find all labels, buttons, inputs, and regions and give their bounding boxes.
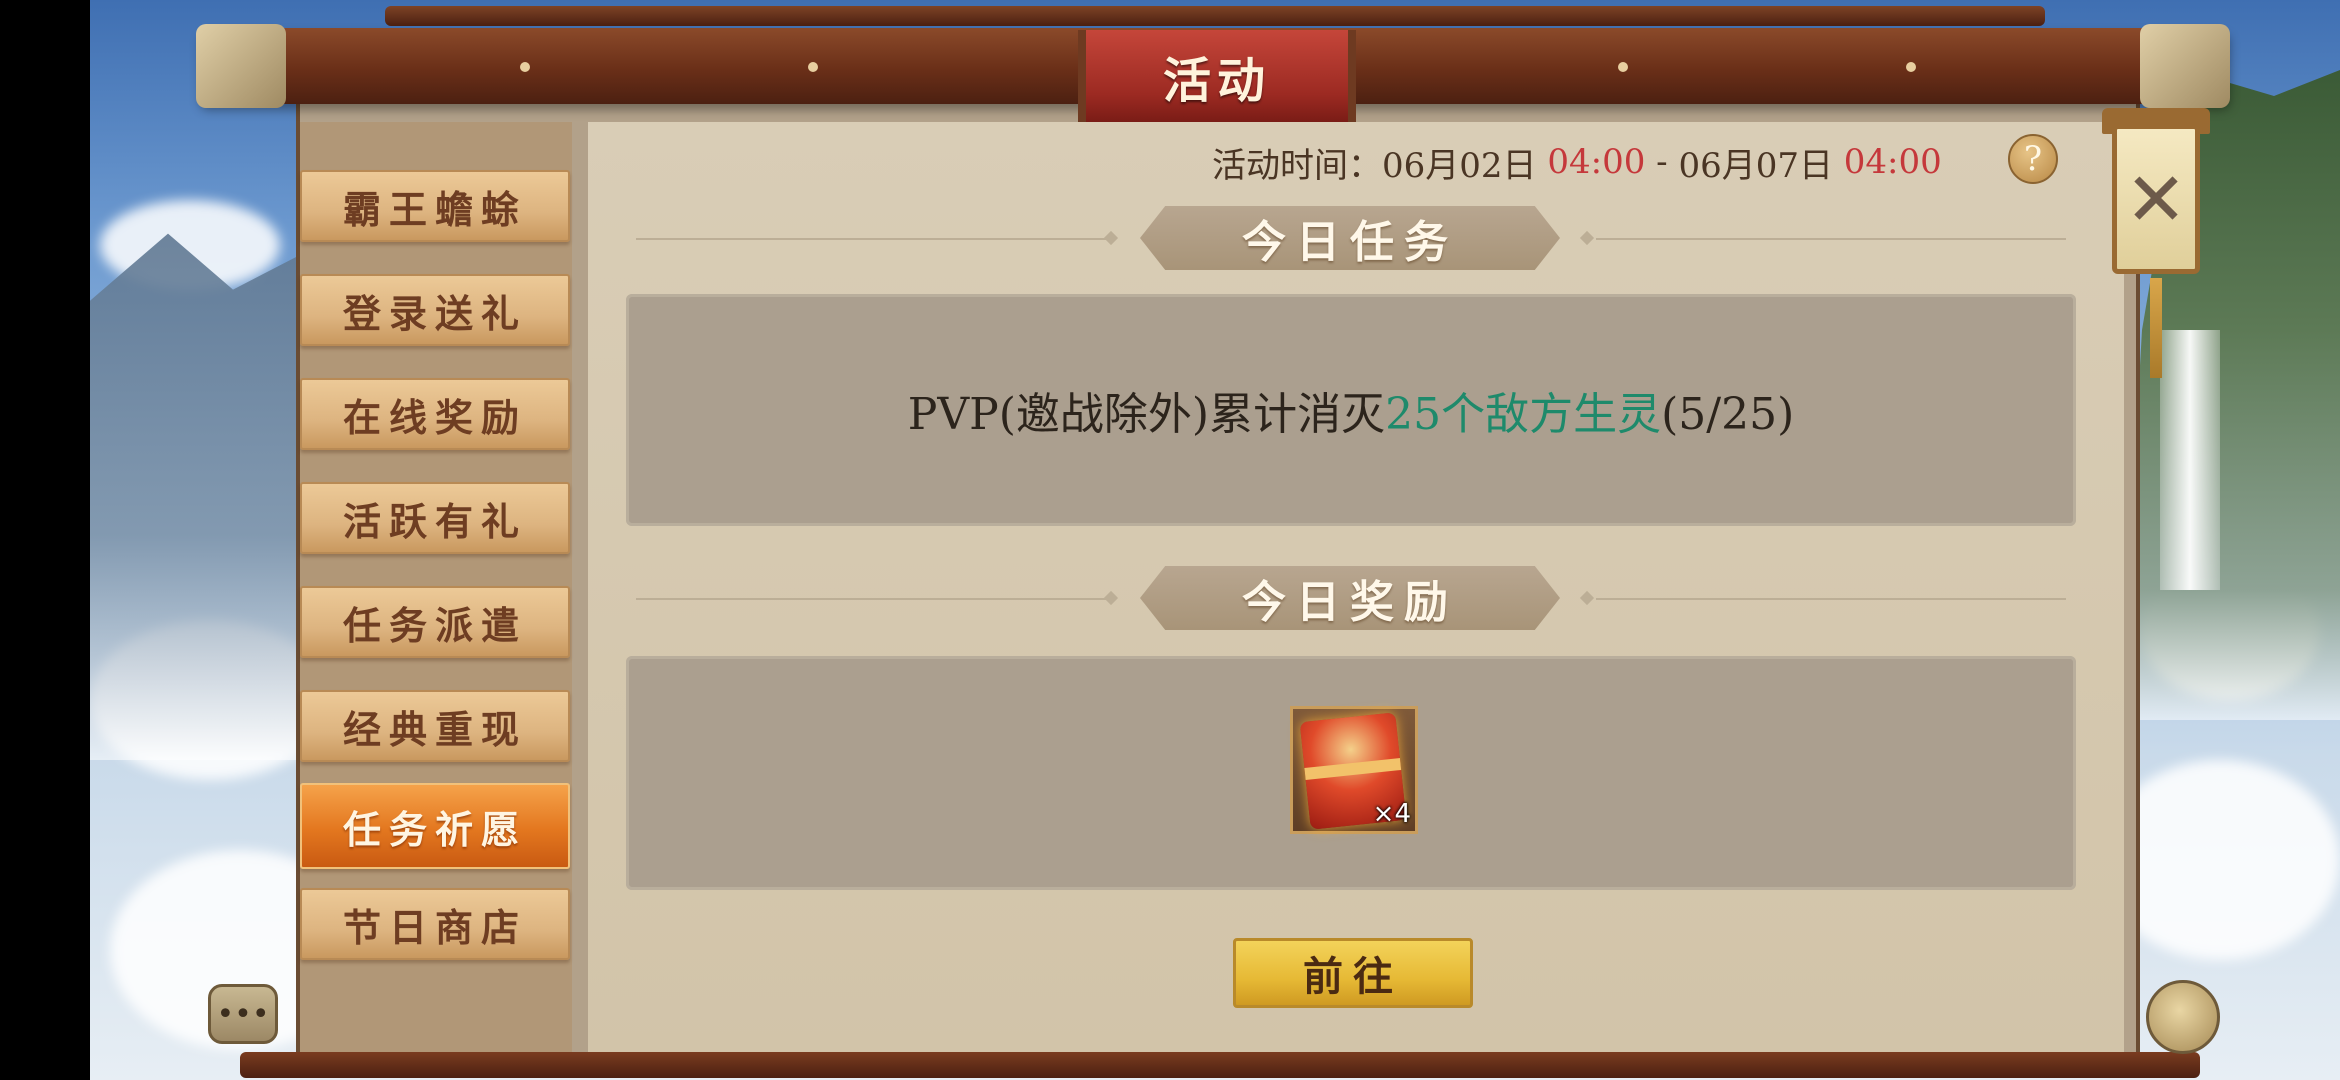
sidebar-item-label: 经典重现 (342, 706, 527, 752)
sidebar-item-task-dispatch[interactable]: 任务派遣 (300, 586, 570, 658)
sidebar-item-label: 登录送礼 (342, 290, 527, 336)
task-text-prefix: PVP(邀战除外)累计消灭 (907, 389, 1386, 440)
sidebar-item-login-gift[interactable]: 登录送礼 (300, 274, 570, 346)
divider-line (1596, 238, 2066, 240)
sidebar-item-task-wish[interactable]: 任务祈愿 (300, 783, 570, 869)
page-title: 活动 (1078, 30, 1356, 122)
close-icon[interactable]: ✕ (2118, 150, 2194, 250)
help-button[interactable]: ? (2008, 134, 2058, 184)
beam-stud (808, 62, 818, 72)
bottom-beam (240, 1052, 2200, 1078)
start-date: 06月02日 (1382, 145, 1537, 186)
sidebar-item-label: 任务派遣 (342, 602, 527, 648)
sidebar-item-activity-gift[interactable]: 活跃有礼 (300, 482, 570, 554)
divider-line (636, 598, 1106, 600)
time-separator: - (1645, 142, 1679, 182)
bag-icon[interactable] (2146, 980, 2220, 1054)
task-text-highlight: 25个敌方生灵 (1385, 389, 1662, 440)
beam-ornament-right (2140, 24, 2230, 108)
divider-line (636, 238, 1106, 240)
task-section-title: 今日任务 (1140, 206, 1560, 270)
task-description: PVP(邀战除外)累计消灭25个敌方生灵(5/25) (626, 378, 2076, 442)
reward-section-title: 今日奖励 (1140, 566, 1560, 630)
waterfall-decoration (2160, 330, 2220, 590)
sidebar-item-label: 节日商店 (342, 904, 527, 950)
beam-ornament-left (196, 24, 286, 108)
beam-stud (1618, 62, 1628, 72)
time-label: 活动时间： (1212, 145, 1382, 186)
end-time: 04:00 (1843, 142, 1942, 182)
chat-icon[interactable]: ••• (208, 984, 278, 1044)
sidebar-item-festival-shop[interactable]: 节日商店 (300, 888, 570, 960)
beam-stud (1906, 62, 1916, 72)
sidebar-item-toad-king[interactable]: 霸王蟾蜍 (300, 170, 570, 242)
lantern-tassel (2150, 278, 2162, 378)
task-progress: (5/25) (1661, 389, 1795, 440)
go-button[interactable]: 前往 (1233, 938, 1473, 1008)
divider-line (1596, 598, 2066, 600)
start-time: 04:00 (1547, 142, 1646, 182)
sidebar-item-label: 霸王蟾蜍 (342, 186, 527, 232)
sidebar-item-online-reward[interactable]: 在线奖励 (300, 378, 570, 450)
beam-stud (520, 62, 530, 72)
sidebar-item-label: 活跃有礼 (342, 498, 527, 544)
end-date: 06月07日 (1678, 145, 1833, 186)
sidebar-item-label: 在线奖励 (342, 394, 527, 440)
activity-time: 活动时间： 06月02日 04:00 - 06月07日 04:00 (1212, 136, 1942, 188)
top-thin-beam (385, 6, 2045, 26)
sidebar-item-classic-return[interactable]: 经典重现 (300, 690, 570, 762)
sidebar-item-label: 任务祈愿 (342, 806, 527, 852)
reward-count: ×4 (1372, 799, 1411, 829)
reward-item[interactable]: ×4 (1290, 706, 1418, 834)
